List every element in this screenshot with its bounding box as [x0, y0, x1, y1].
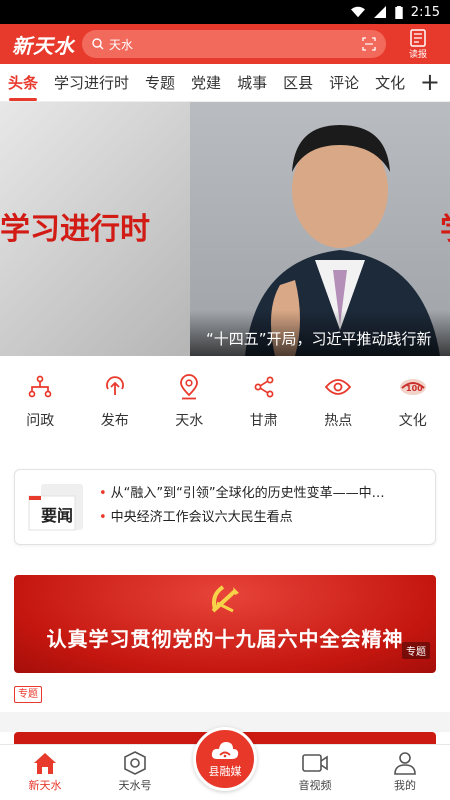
bullet-icon: •	[99, 486, 107, 501]
quick-link-label: 文化	[398, 413, 427, 429]
app-logo: 新天水	[12, 33, 75, 58]
news-list: • 从“融入”到“引领”全球化的历史性变革——中… • 中央经济工作会议六大民生看点	[99, 482, 429, 530]
nav-label: 县融媒	[208, 765, 242, 778]
quick-link-wenzheng[interactable]: 问政	[6, 372, 75, 446]
add-tab-icon[interactable]: +	[420, 68, 440, 96]
location-icon	[174, 372, 204, 402]
category-tabs: 头条 学习进行时 专题 党建 城事 区县 评论 文化 +	[0, 64, 450, 102]
news-item[interactable]: • 从“融入”到“引领”全球化的历史性变革——中…	[99, 482, 429, 506]
scan-icon[interactable]	[362, 37, 376, 51]
user-icon	[394, 752, 416, 775]
news-item[interactable]: • 中央经济工作会议六大民生看点	[99, 506, 429, 530]
quick-link-label: 发布	[100, 413, 129, 429]
banner-caption: “十四五”开局，习近平推动践行新	[190, 310, 450, 356]
quick-link-label: 甘肃	[249, 413, 278, 429]
culture-logo-icon: 100	[398, 372, 428, 402]
search-input[interactable]: 天水	[109, 36, 362, 53]
nav-profile[interactable]: 我的	[360, 745, 450, 800]
nav-label: 天水号	[118, 779, 152, 792]
battery-icon	[395, 5, 403, 19]
quick-link-culture[interactable]: 100 文化	[379, 372, 448, 446]
nav-label: 音视频	[298, 779, 332, 792]
tab-culture[interactable]: 文化	[367, 72, 413, 93]
promo-tag: 专题	[402, 642, 430, 659]
app-header: 新天水 天水 读报	[0, 24, 450, 64]
tab-headline[interactable]: 头条	[0, 72, 46, 101]
status-time: 2:15	[410, 4, 440, 20]
status-bar: 2:15	[0, 0, 450, 24]
cloud-signal-icon	[211, 742, 239, 759]
quick-link-label: 热点	[324, 413, 353, 429]
share-icon	[249, 372, 279, 402]
nav-label: 我的	[394, 779, 416, 792]
quick-link-fabu[interactable]: 发布	[81, 372, 150, 446]
nav-video[interactable]: 音视频	[270, 745, 360, 800]
party-emblem-icon	[211, 585, 239, 613]
bullet-icon: •	[99, 510, 107, 525]
nav-home[interactable]: 新天水	[0, 745, 90, 800]
nav-label: 新天水	[28, 779, 62, 792]
special-topic-banner[interactable]: 认真学习贯彻党的十九届六中全会精神 专题	[14, 575, 436, 673]
banner-left-panel: 学习进行时	[0, 102, 190, 356]
newspaper-icon	[410, 28, 426, 47]
quick-link-label: 问政	[26, 413, 55, 429]
home-icon	[34, 753, 56, 774]
news-item-text: 中央经济工作会议六大民生看点	[110, 510, 293, 525]
quick-link-tianshui[interactable]: 天水	[155, 372, 224, 446]
wifi-icon	[350, 6, 365, 18]
banner-left-text: 学习进行时	[0, 212, 150, 247]
nav-county-media-button[interactable]: 县融媒	[193, 727, 257, 791]
tab-city[interactable]: 城事	[229, 72, 275, 93]
video-icon	[302, 754, 328, 772]
eye-icon	[323, 372, 353, 402]
quick-link-label: 天水	[175, 413, 204, 429]
search-bar[interactable]: 天水	[82, 30, 386, 58]
hero-banner[interactable]: 学习进行时 学 “十四五”开局，习近平推动践行新	[0, 102, 450, 356]
promo-title: 认真学习贯彻党的十九届六中全会精神	[46, 627, 404, 651]
news-badge-text: 要闻	[41, 506, 74, 525]
headline-news-card[interactable]: 要闻 • 从“融入”到“引领”全球化的历史性变革——中… • 中央经济工作会议六大民…	[14, 469, 436, 545]
upload-icon	[100, 372, 130, 402]
signal-icon	[373, 6, 386, 18]
quick-link-hotspot[interactable]: 热点	[304, 372, 373, 446]
tab-party[interactable]: 党建	[183, 72, 229, 93]
read-newspaper-button[interactable]: 读报	[386, 28, 450, 60]
tab-commentary[interactable]: 评论	[321, 72, 367, 93]
tab-special[interactable]: 专题	[137, 72, 183, 93]
news-item-text: 从“融入”到“引领”全球化的历史性变革——中…	[110, 486, 385, 501]
section-badge: 专题	[14, 686, 42, 703]
org-chart-icon	[25, 372, 55, 402]
tab-districts[interactable]: 区县	[275, 72, 321, 93]
nav-tianshuihao[interactable]: 天水号	[90, 745, 180, 800]
svg-text:100: 100	[406, 384, 423, 393]
quick-links: 问政 发布 天水 甘肃 热点 100 文化	[0, 372, 450, 446]
read-label: 读报	[408, 49, 427, 60]
camera-badge-icon	[124, 751, 146, 775]
tab-study[interactable]: 学习进行时	[46, 72, 137, 93]
quick-link-gansu[interactable]: 甘肃	[230, 372, 299, 446]
search-icon	[92, 38, 104, 50]
